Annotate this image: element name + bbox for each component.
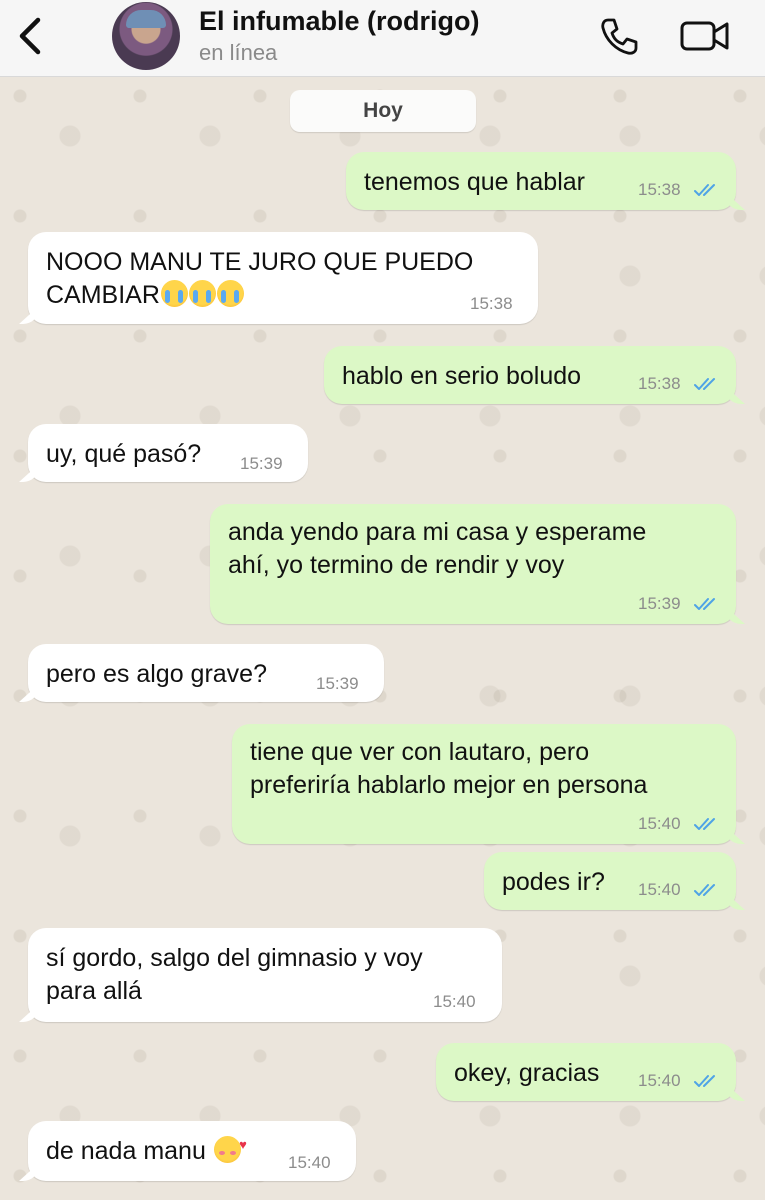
incoming-message[interactable]: de nada manu 15:40 xyxy=(28,1121,356,1181)
message-text: okey, gracias xyxy=(454,1059,600,1087)
outgoing-message[interactable]: podes ir? 15:40 xyxy=(484,852,736,910)
read-receipt-icon xyxy=(694,184,715,196)
outgoing-message[interactable]: anda yendo para mi casa y esperame ahí, … xyxy=(210,504,736,624)
phone-icon xyxy=(601,18,638,55)
loudly-crying-face-emoji xyxy=(188,280,216,307)
message-text: sí gordo, salgo del gimnasio y voy para … xyxy=(46,944,423,1005)
outgoing-message[interactable]: hablo en serio boludo 15:38 xyxy=(324,346,736,404)
read-receipt-icon xyxy=(694,884,715,896)
message-time: 15:38 xyxy=(470,294,513,313)
smiling-face-with-hearts-emoji xyxy=(213,1128,247,1163)
date-separator: Hoy xyxy=(290,90,476,132)
read-receipt-icon xyxy=(694,818,715,830)
message-time: 15:40 xyxy=(433,992,476,1011)
video-call-button[interactable] xyxy=(680,18,730,54)
incoming-message[interactable]: uy, qué pasó? 15:39 xyxy=(28,424,308,482)
message-text: uy, qué pasó? xyxy=(46,440,202,468)
message-time: 15:39 xyxy=(638,594,681,613)
contact-avatar[interactable] xyxy=(112,2,180,70)
read-receipt-icon xyxy=(694,1075,715,1087)
message-text: tiene que ver con lautaro, pero preferir… xyxy=(250,738,648,799)
message-time: 15:38 xyxy=(638,180,681,199)
message-time: 15:38 xyxy=(638,374,681,393)
avatar-cap-graphic xyxy=(126,10,166,28)
read-receipt-icon xyxy=(694,598,715,610)
message-text: podes ir? xyxy=(502,868,605,896)
voice-call-button[interactable] xyxy=(598,16,640,58)
outgoing-message[interactable]: tenemos que hablar 15:38 xyxy=(346,152,736,210)
incoming-message[interactable]: pero es algo grave? 15:39 xyxy=(28,644,384,702)
message-text: hablo en serio boludo xyxy=(342,362,582,390)
message-time: 15:39 xyxy=(316,674,359,693)
message-time: 15:40 xyxy=(288,1153,331,1172)
outgoing-message[interactable]: tiene que ver con lautaro, pero preferir… xyxy=(232,724,736,844)
incoming-message[interactable]: sí gordo, salgo del gimnasio y voy para … xyxy=(28,928,502,1022)
message-text: de nada manu xyxy=(46,1128,247,1168)
video-camera-icon xyxy=(680,21,729,51)
message-text: pero es algo grave? xyxy=(46,660,267,688)
message-time: 15:39 xyxy=(240,454,283,473)
loudly-crying-face-emoji xyxy=(216,280,244,307)
incoming-message[interactable]: NOOO MANU TE JURO QUE PUEDO CAMBIAR 15:38 xyxy=(28,232,538,324)
contact-name[interactable]: El infumable (rodrigo) xyxy=(199,6,480,37)
read-receipt-icon xyxy=(694,378,715,390)
message-text: anda yendo para mi casa y esperame ahí, … xyxy=(228,518,647,579)
chat-header: El infumable (rodrigo) en línea xyxy=(0,0,765,77)
message-time: 15:40 xyxy=(638,814,681,833)
message-text: NOOO MANU TE JURO QUE PUEDO CAMBIAR xyxy=(46,248,474,309)
chevron-left-icon xyxy=(19,17,41,55)
back-button[interactable] xyxy=(14,14,48,58)
outgoing-message[interactable]: okey, gracias 15:40 xyxy=(436,1043,736,1101)
loudly-crying-face-emoji xyxy=(160,280,188,307)
message-time: 15:40 xyxy=(638,1071,681,1090)
contact-status: en línea xyxy=(199,40,278,65)
message-time: 15:40 xyxy=(638,880,681,899)
message-text: tenemos que hablar xyxy=(364,168,585,196)
